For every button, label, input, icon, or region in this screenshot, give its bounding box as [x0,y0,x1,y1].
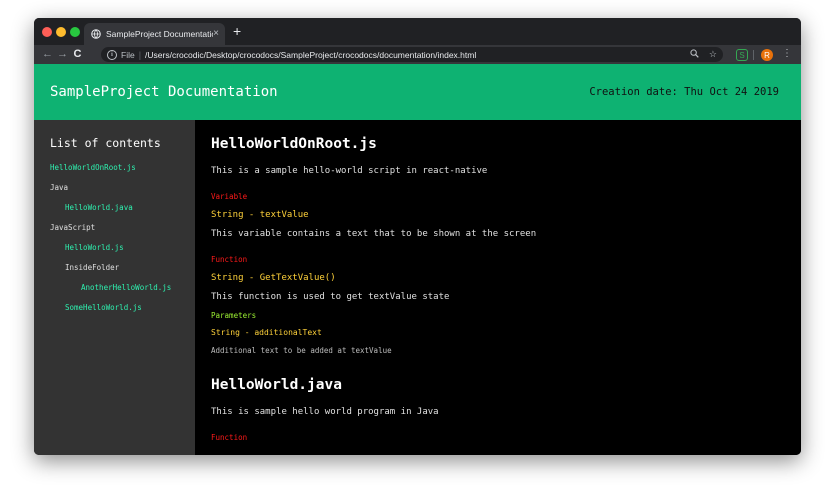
function-label: Function [211,433,248,442]
sidebar-item-helloworldonroot-js[interactable]: HelloWorldOnRoot.js [50,158,195,178]
tab-strip: SampleProject Documentation × + [34,18,801,45]
sidebar-folder-java: Java [50,183,69,192]
back-button[interactable]: ← [40,45,55,64]
zoom-icon[interactable] [690,49,699,60]
sidebar-folder-insidefolder: InsideFolder [65,263,120,272]
file-description: This is a sample hello-world script in r… [211,166,488,176]
file-description: This is sample hello world program in Ja… [211,407,439,417]
browser-window: SampleProject Documentation × + ← → C i … [34,18,801,455]
variable-label: Variable [211,192,248,201]
variable-description: This variable contains a text that to be… [211,229,537,239]
url-separator: | [138,49,142,60]
window-maximize-button[interactable] [70,27,80,37]
window-close-button[interactable] [42,27,52,37]
parameters-label: Parameters [211,311,257,320]
reload-button[interactable]: C [70,45,85,64]
url-text[interactable]: /Users/crocodic/Desktop/crocodocs/Sample… [145,50,680,60]
page-title: SampleProject Documentation [50,84,278,100]
globe-icon [90,29,101,40]
menu-dots-icon[interactable]: ⋮ [782,48,792,60]
site-header: SampleProject Documentation Creation dat… [34,64,801,120]
new-tab-button[interactable]: + [233,24,241,38]
tab-title: SampleProject Documentation [106,29,214,39]
file-heading: HelloWorldOnRoot.js [211,136,377,152]
main-content: HelloWorldOnRoot.js This is a sample hel… [195,120,801,455]
forward-button[interactable]: → [55,45,70,64]
profile-avatar-icon[interactable]: R [761,49,773,61]
function-description: This function is used to get textValue s… [211,292,450,302]
bookmark-star-icon[interactable]: ☆ [709,49,717,60]
extension-s-icon[interactable]: S [736,49,748,61]
info-icon[interactable]: i [107,49,117,60]
toc-heading: List of contents [50,136,161,150]
parameter-signature: String - additionalText [211,328,322,337]
address-bar[interactable]: i File | /Users/crocodic/Desktop/crocodo… [101,47,723,62]
sidebar-item-helloworld-js[interactable]: HelloWorld.js [50,238,195,258]
toolbar-divider [753,50,754,60]
window-minimize-button[interactable] [56,27,66,37]
sidebar: List of contents HelloWorldOnRoot.js Jav… [34,120,195,455]
function-signature: String - GetTextValue() [211,273,336,283]
sidebar-item-anotherhelloworld-js[interactable]: AnotherHelloWorld.js [50,278,195,298]
creation-date: Creation date: Thu Oct 24 2019 [589,86,779,98]
sidebar-folder-javascript: JavaScript [50,223,96,232]
parameter-description: Additional text to be added at textValue [211,346,392,355]
sidebar-item-helloworld-java[interactable]: HelloWorld.java [50,198,195,218]
function-label: Function [211,255,248,264]
browser-tab[interactable]: SampleProject Documentation × [84,23,225,45]
file-heading: HelloWorld.java [211,377,342,393]
url-scheme: File [121,49,135,60]
variable-signature: String - textValue [211,210,309,220]
browser-toolbar: ← → C i File | /Users/crocodic/Desktop/c… [34,45,801,64]
tab-close-icon[interactable]: × [213,29,219,39]
sidebar-item-somehelloworld-js[interactable]: SomeHelloWorld.js [50,298,195,318]
